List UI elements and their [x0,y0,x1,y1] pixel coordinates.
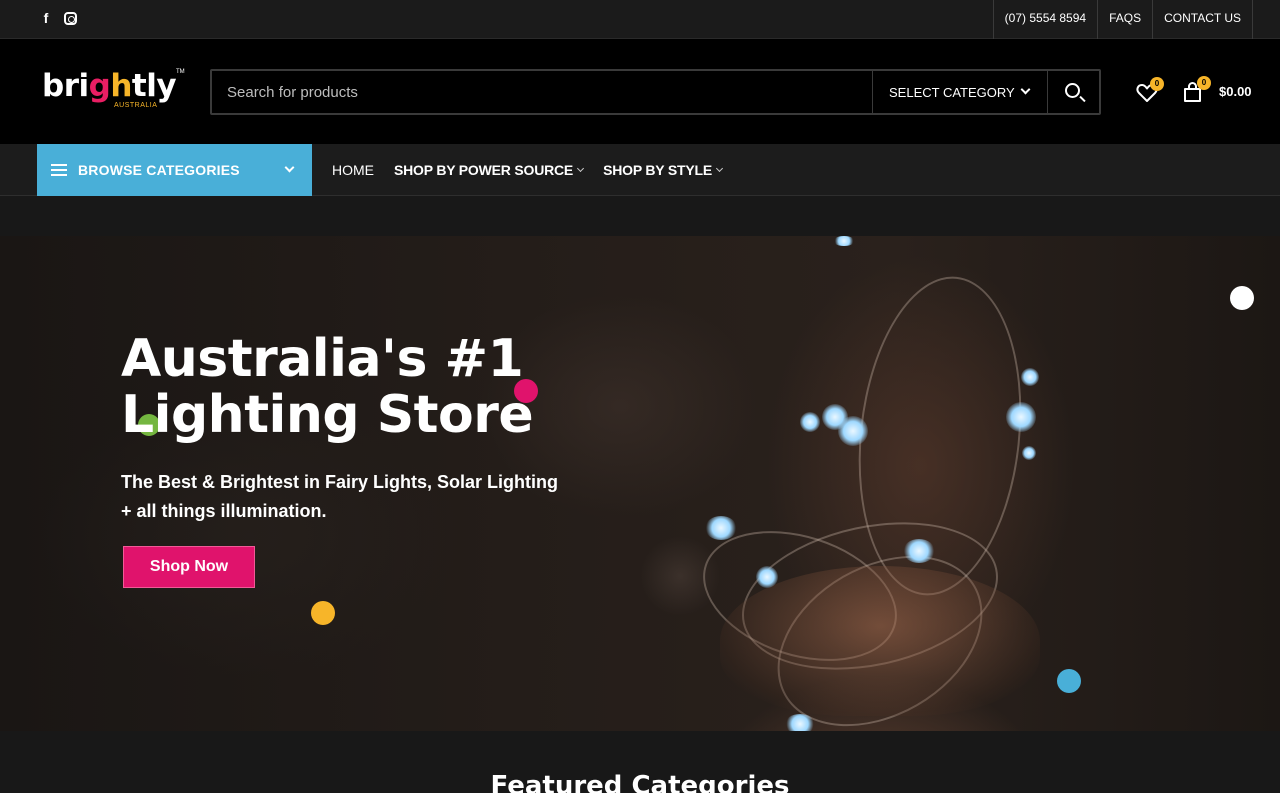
search-bar: SELECT CATEGORY [210,69,1101,115]
cart-count-badge: 0 [1197,76,1211,90]
search-button[interactable] [1047,71,1099,113]
browse-categories-label: BROWSE CATEGORIES [78,162,240,178]
nav-item-shop-by-power-source[interactable]: SHOP BY POWER SOURCE [394,162,585,178]
wishlist-button[interactable]: 0 [1136,77,1164,103]
nav-item-shop-by-style[interactable]: SHOP BY STYLE [603,162,724,178]
search-icon [1065,83,1080,98]
featured-categories-section: Featured Categories [0,731,1280,793]
category-select-label: SELECT CATEGORY [889,84,1015,100]
hero-banner: Australia's #1 Lighting Store The Best &… [0,236,1280,731]
browse-categories-button[interactable]: BROWSE CATEGORIES [37,144,312,196]
cart-total[interactable]: $0.00 [1219,84,1252,99]
social-links: f [40,10,77,26]
phone-link[interactable]: (07) 5554 8594 [992,0,1097,39]
decor-dot-blue [1057,669,1081,693]
top-bar: f (07) 5554 8594 FAQS CONTACT US [0,0,1280,39]
contact-us-link[interactable]: CONTACT US [1152,0,1253,39]
hero-title: Australia's #1 Lighting Store [121,329,534,445]
category-select[interactable]: SELECT CATEGORY [872,71,1047,113]
cart-button[interactable]: 0 [1183,76,1211,103]
featured-categories-title: Featured Categories [490,771,790,793]
decor-dot-white [1230,286,1254,310]
nav-menu: HOME SHOP BY POWER SOURCE SHOP BY STYLE [332,144,724,196]
search-input[interactable] [212,71,872,113]
chevron-down-icon [284,162,295,173]
chevron-down-icon [577,164,585,173]
facebook-icon[interactable]: f [40,10,52,26]
brightly-logo[interactable]: brightly AUSTRALIA TM [42,69,185,115]
wishlist-count-badge: 0 [1150,77,1164,91]
nav-item-home[interactable]: HOME [332,162,374,178]
top-links: (07) 5554 8594 FAQS CONTACT US [992,0,1253,39]
instagram-icon[interactable] [64,12,77,25]
chevron-down-icon [1020,84,1031,95]
chevron-down-icon [715,164,724,173]
site-header: brightly AUSTRALIA TM SELECT CATEGORY 0 … [0,39,1280,144]
faqs-link[interactable]: FAQS [1097,0,1152,39]
decor-dot-yellow [311,601,335,625]
main-nav: BROWSE CATEGORIES HOME SHOP BY POWER SOU… [0,144,1280,196]
menu-icon [51,164,67,176]
shop-now-button[interactable]: Shop Now [123,546,255,588]
hero-subtitle: The Best & Brightest in Fairy Lights, So… [121,472,559,521]
